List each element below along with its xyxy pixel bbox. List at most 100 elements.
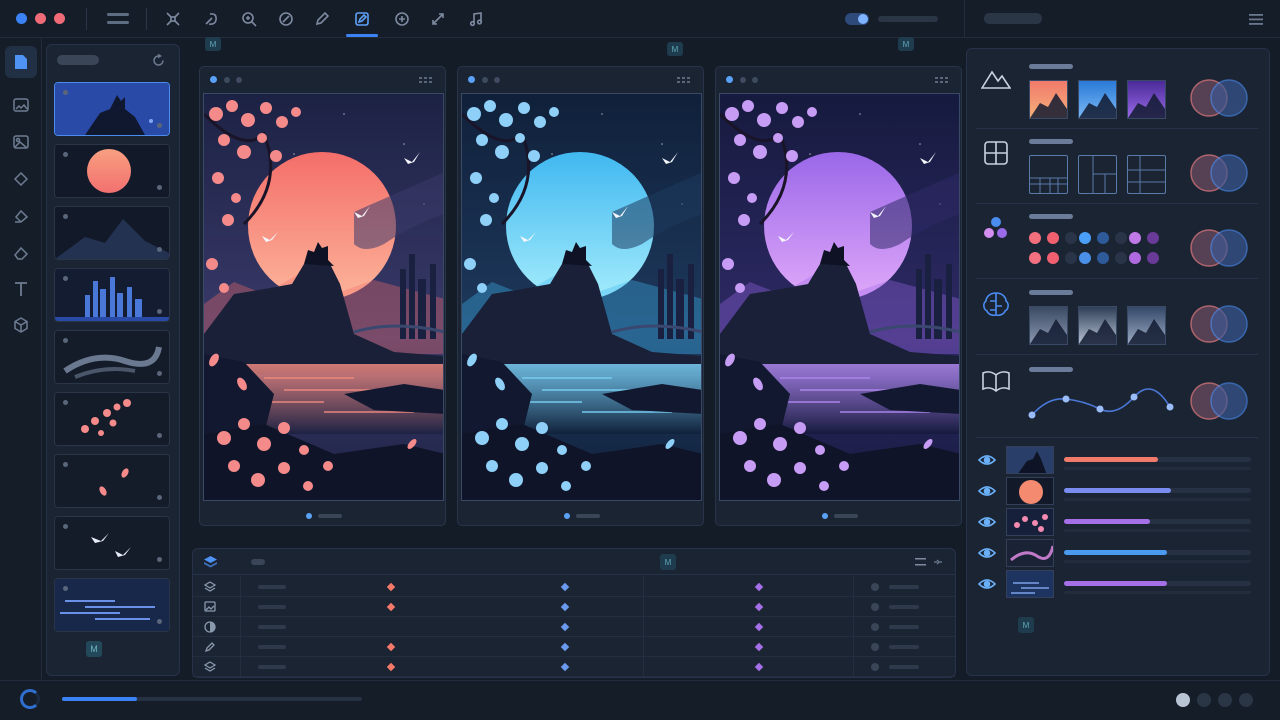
layer-level-thumb[interactable]	[1006, 446, 1054, 474]
layer-level-track[interactable]	[1064, 581, 1251, 586]
layer-level-thumb[interactable]	[1006, 477, 1054, 505]
layer-thumb[interactable]	[54, 144, 170, 198]
pen-icon[interactable]	[204, 641, 216, 653]
timeline-row[interactable]	[193, 637, 955, 657]
blend-mode-toggle[interactable]	[1188, 153, 1252, 193]
blend-mode-toggle[interactable]	[1188, 228, 1252, 268]
card-page-dot[interactable]	[822, 513, 828, 519]
layers-icon[interactable]	[204, 581, 216, 593]
card-dot[interactable]	[224, 77, 230, 83]
layer-thumb[interactable]	[54, 82, 170, 136]
layer-level-thumb[interactable]	[1006, 508, 1054, 536]
canvas-artwork[interactable]	[719, 93, 960, 501]
layer-visibility-dot[interactable]	[63, 276, 68, 281]
brain-icon[interactable]	[980, 290, 1012, 318]
layer-lock-dot[interactable]	[157, 185, 162, 190]
window-dot-blue[interactable]	[16, 13, 27, 24]
mountain-icon[interactable]	[980, 64, 1012, 92]
style-thumbnail[interactable]	[1029, 306, 1068, 345]
layout-option[interactable]	[1029, 155, 1068, 194]
window-dot-red[interactable]	[54, 13, 65, 24]
timeline-row-dot[interactable]	[871, 583, 879, 591]
card-page-dot[interactable]	[306, 513, 312, 519]
zoom-icon[interactable]	[239, 9, 259, 29]
style-thumbnail[interactable]	[1078, 80, 1117, 119]
transform-icon[interactable]	[428, 9, 448, 29]
layer-visibility-dot[interactable]	[63, 152, 68, 157]
card-options-icon[interactable]	[419, 77, 433, 83]
card-dot[interactable]	[482, 77, 488, 83]
rotate-icon[interactable]	[276, 9, 296, 29]
card-status-dot[interactable]	[726, 76, 733, 83]
layer-level-thumb[interactable]	[1006, 570, 1054, 598]
book-icon[interactable]	[980, 367, 1012, 395]
pager-dot[interactable]	[1239, 693, 1253, 707]
layers-alt-icon[interactable]	[204, 661, 216, 673]
card-options-icon[interactable]	[677, 77, 691, 83]
layer-level-thumb[interactable]	[1006, 539, 1054, 567]
card-status-dot[interactable]	[210, 76, 217, 83]
fill-icon[interactable]	[11, 206, 31, 226]
blend-mode-toggle[interactable]	[1188, 78, 1252, 118]
layer-visibility-dot[interactable]	[63, 524, 68, 529]
blend-mode-toggle[interactable]	[1188, 304, 1252, 344]
color-swatch[interactable]	[1147, 232, 1159, 244]
color-swatch[interactable]	[1129, 252, 1141, 264]
color-swatch[interactable]	[1029, 252, 1041, 264]
curve-graph[interactable]	[1026, 385, 1176, 421]
eye-icon[interactable]	[978, 515, 996, 529]
layout-option[interactable]	[1078, 155, 1117, 194]
style-thumbnail[interactable]	[1127, 80, 1166, 119]
color-swatch[interactable]	[1047, 252, 1059, 264]
layer-visibility-dot[interactable]	[63, 462, 68, 467]
text-icon[interactable]	[11, 279, 31, 299]
add-icon[interactable]	[392, 9, 412, 29]
timeline-row-dot[interactable]	[871, 623, 879, 631]
layer-visibility-dot[interactable]	[63, 214, 68, 219]
layer-lock-dot[interactable]	[157, 371, 162, 376]
refresh-icon[interactable]	[150, 52, 166, 68]
layer-thumb[interactable]	[54, 392, 170, 446]
layer-lock-dot[interactable]	[157, 433, 162, 438]
eye-icon[interactable]	[978, 577, 996, 591]
card-options-icon[interactable]	[935, 77, 949, 83]
variant-card-cool[interactable]	[457, 66, 704, 526]
pen-icon[interactable]	[312, 9, 332, 29]
layer-lock-dot[interactable]	[157, 495, 162, 500]
card-dot[interactable]	[752, 77, 758, 83]
palette-icon[interactable]	[980, 214, 1012, 242]
layer-thumb[interactable]	[54, 268, 170, 322]
layer-thumb[interactable]	[54, 578, 170, 632]
style-thumbnail[interactable]	[1127, 306, 1166, 345]
timeline-row[interactable]	[193, 657, 955, 677]
layer-lock-dot[interactable]	[157, 619, 162, 624]
pager-dot[interactable]	[1218, 693, 1232, 707]
card-dot[interactable]	[236, 77, 242, 83]
layers-icon[interactable]	[202, 554, 218, 570]
layer-lock-dot[interactable]	[157, 309, 162, 314]
file-icon[interactable]	[11, 52, 31, 72]
color-swatch[interactable]	[1065, 252, 1077, 264]
color-swatch[interactable]	[1129, 232, 1141, 244]
layer-thumb[interactable]	[54, 454, 170, 508]
image-icon[interactable]	[11, 95, 31, 115]
lasso-icon[interactable]	[201, 9, 221, 29]
color-swatch[interactable]	[1115, 232, 1127, 244]
color-swatch[interactable]	[1097, 252, 1109, 264]
card-status-dot[interactable]	[468, 76, 475, 83]
card-dot[interactable]	[494, 77, 500, 83]
layer-level-track[interactable]	[1064, 519, 1251, 524]
layer-level-track[interactable]	[1064, 488, 1251, 493]
layout-option[interactable]	[1127, 155, 1166, 194]
timeline-row-dot[interactable]	[871, 603, 879, 611]
timeline-row-dot[interactable]	[871, 663, 879, 671]
layer-lock-dot[interactable]	[157, 247, 162, 252]
collapse-icon[interactable]	[931, 556, 945, 568]
layer-thumb[interactable]	[54, 330, 170, 384]
color-swatch[interactable]	[1079, 232, 1091, 244]
color-swatch[interactable]	[1065, 232, 1077, 244]
layer-level-track[interactable]	[1064, 550, 1251, 555]
color-swatch[interactable]	[1147, 252, 1159, 264]
layer-thumb[interactable]	[54, 206, 170, 260]
image-icon[interactable]	[204, 601, 216, 613]
